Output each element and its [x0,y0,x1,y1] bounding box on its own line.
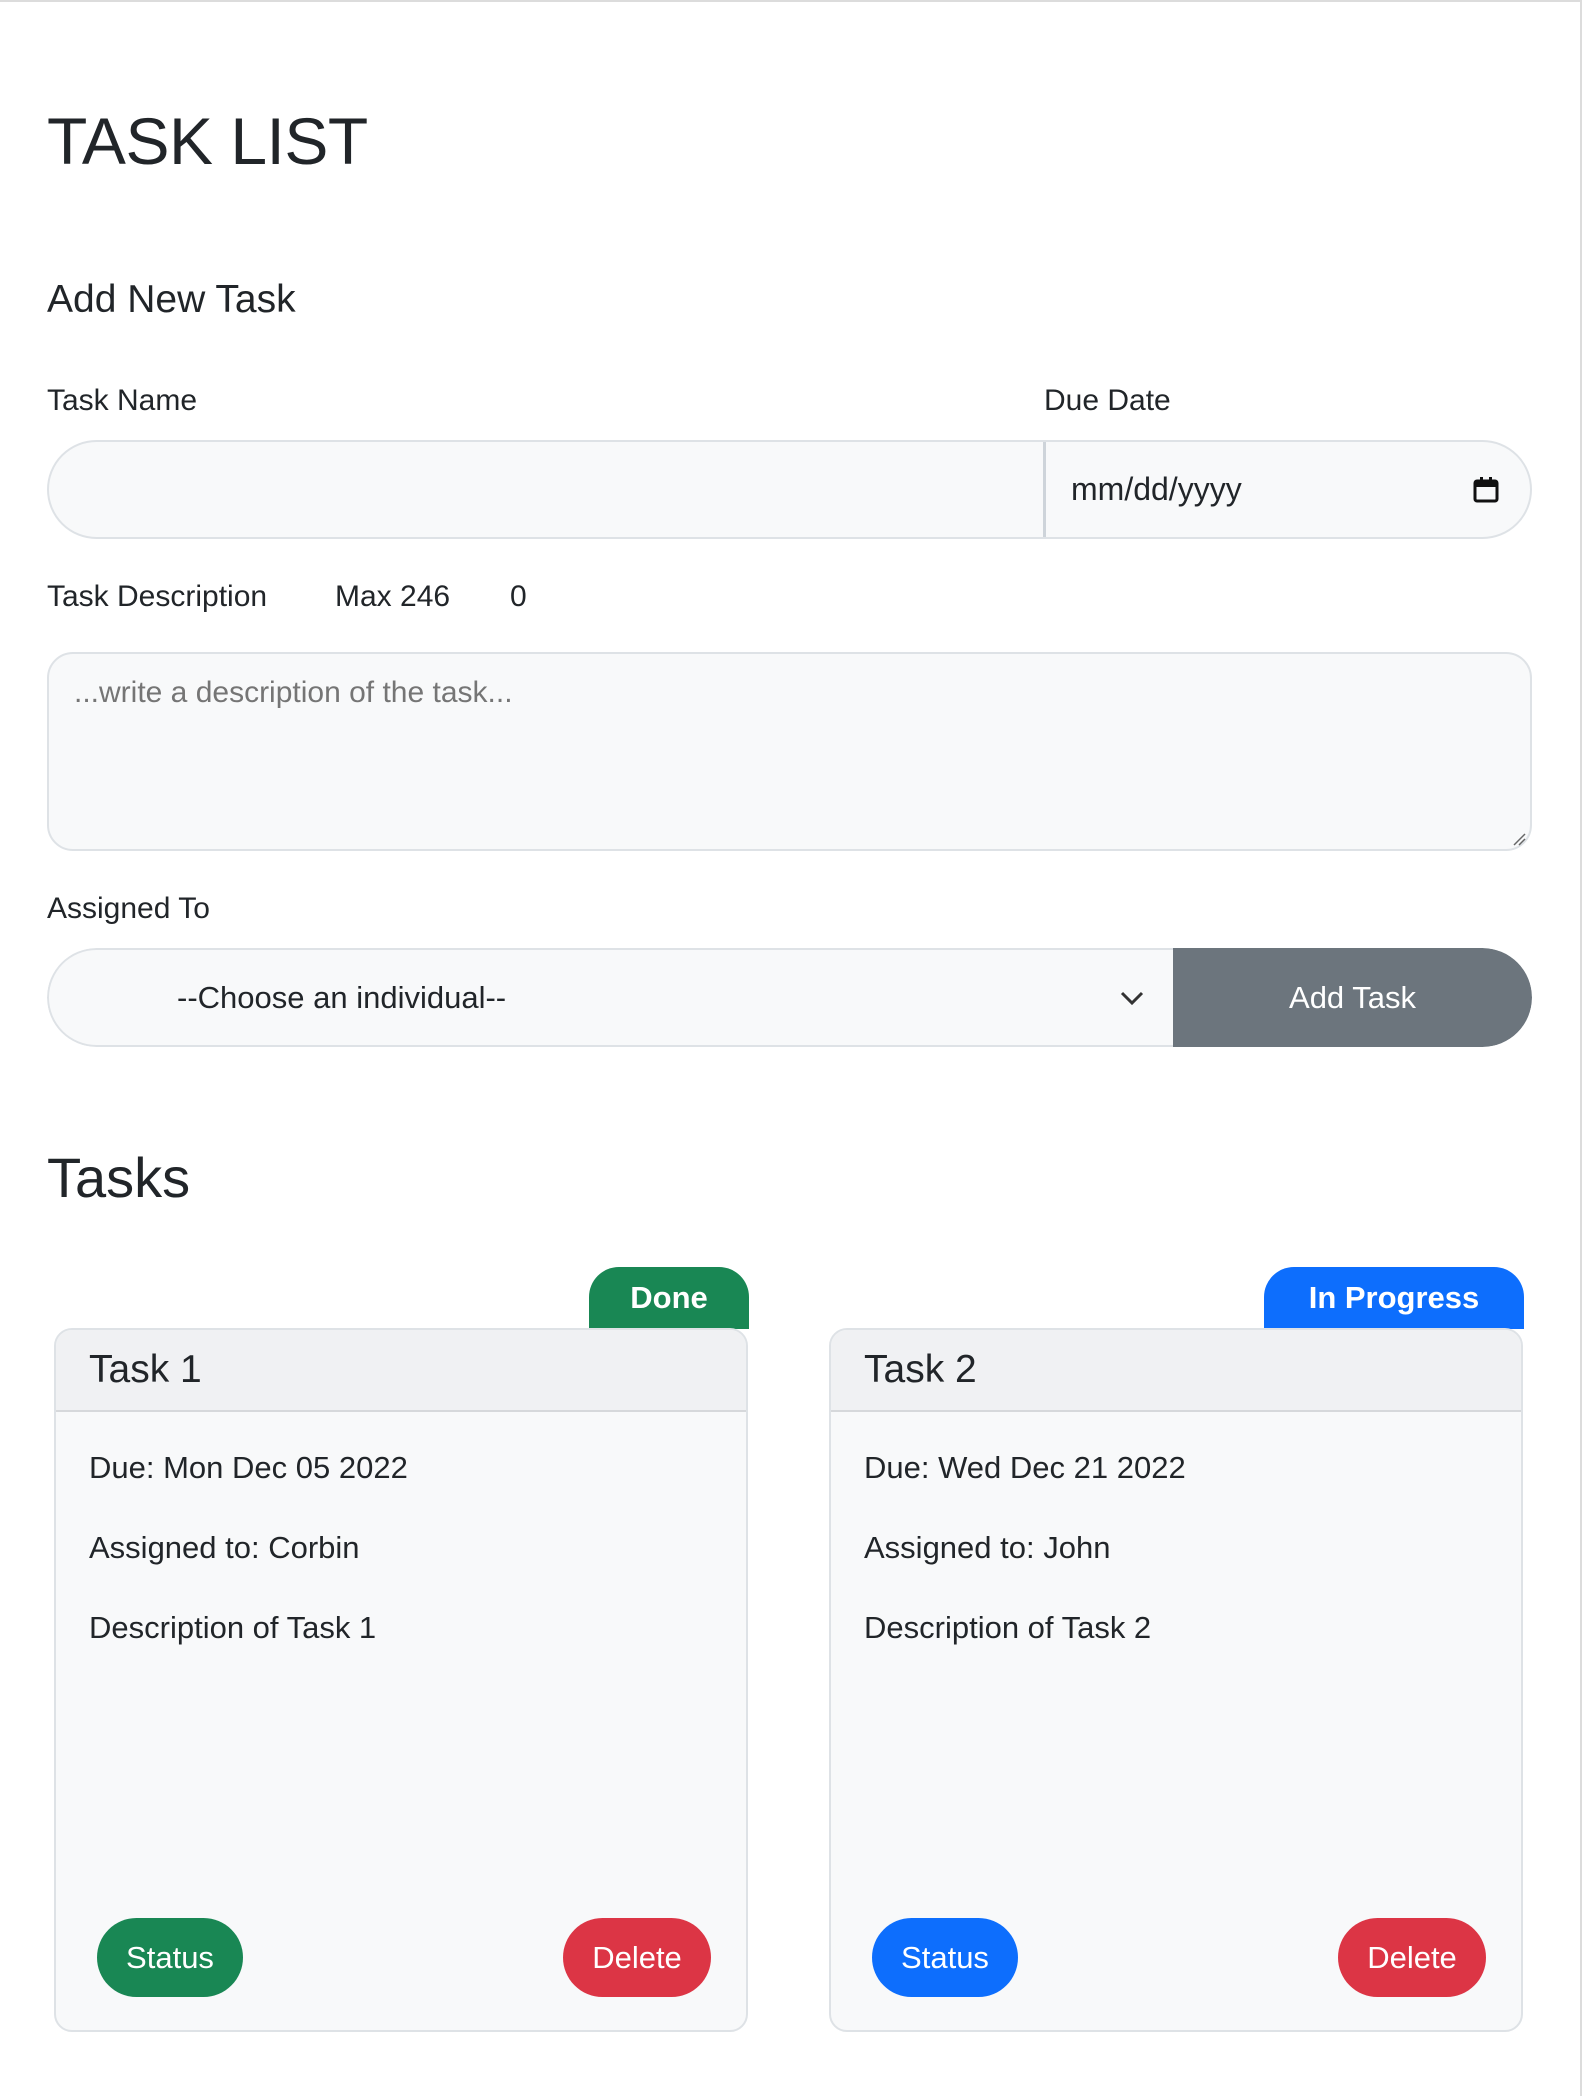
status-badge: In Progress [1264,1267,1524,1329]
due-date-input[interactable]: mm/dd/yyyy [1046,442,1530,537]
task-description: Description of Task 2 [864,1610,1152,1645]
status-badge: Done [589,1267,749,1329]
form-title: Add New Task [47,278,296,321]
task-card-title: Task 2 [831,1330,1521,1412]
task-name-input[interactable] [49,442,1046,537]
description-label: Task Description [47,580,268,613]
calendar-icon[interactable] [1472,476,1500,504]
page-title: TASK LIST [47,104,368,178]
due-date-label: Due Date [1044,384,1171,417]
task-card: Task 2 Due: Wed Dec 21 2022 Assigned to:… [829,1328,1523,2032]
status-button[interactable]: Status [872,1918,1018,1997]
task-card: Task 1 Due: Mon Dec 05 2022 Assigned to:… [54,1328,748,2032]
due-date-placeholder: mm/dd/yyyy [1071,471,1242,507]
task-due: Due: Mon Dec 05 2022 [89,1450,408,1485]
task-name-label: Task Name [47,384,198,417]
top-border [0,0,1582,2]
task-due: Due: Wed Dec 21 2022 [864,1450,1186,1485]
delete-button[interactable]: Delete [563,1918,711,1997]
assigned-to-label: Assigned To [47,892,210,925]
add-task-button[interactable]: Add Task [1173,948,1532,1047]
char-count: 0 [510,580,527,613]
chevron-down-icon [1120,991,1144,1005]
status-button[interactable]: Status [97,1918,243,1997]
task-description: Description of Task 1 [89,1610,377,1645]
task-card-title: Task 1 [56,1330,746,1412]
description-textarea[interactable] [47,652,1532,851]
tasks-heading: Tasks [47,1146,191,1209]
task-assigned: Assigned to: John [864,1530,1111,1565]
name-date-group: mm/dd/yyyy [47,440,1532,539]
assignee-select[interactable]: --Choose an individual-- [47,948,1173,1047]
resize-grip-icon[interactable] [1512,832,1526,846]
assign-group: --Choose an individual-- Add Task [47,948,1532,1047]
assignee-selected-value: --Choose an individual-- [177,979,507,1015]
delete-button[interactable]: Delete [1338,1918,1486,1997]
task-assigned: Assigned to: Corbin [89,1530,360,1565]
max-chars-label: Max 246 [335,580,451,613]
